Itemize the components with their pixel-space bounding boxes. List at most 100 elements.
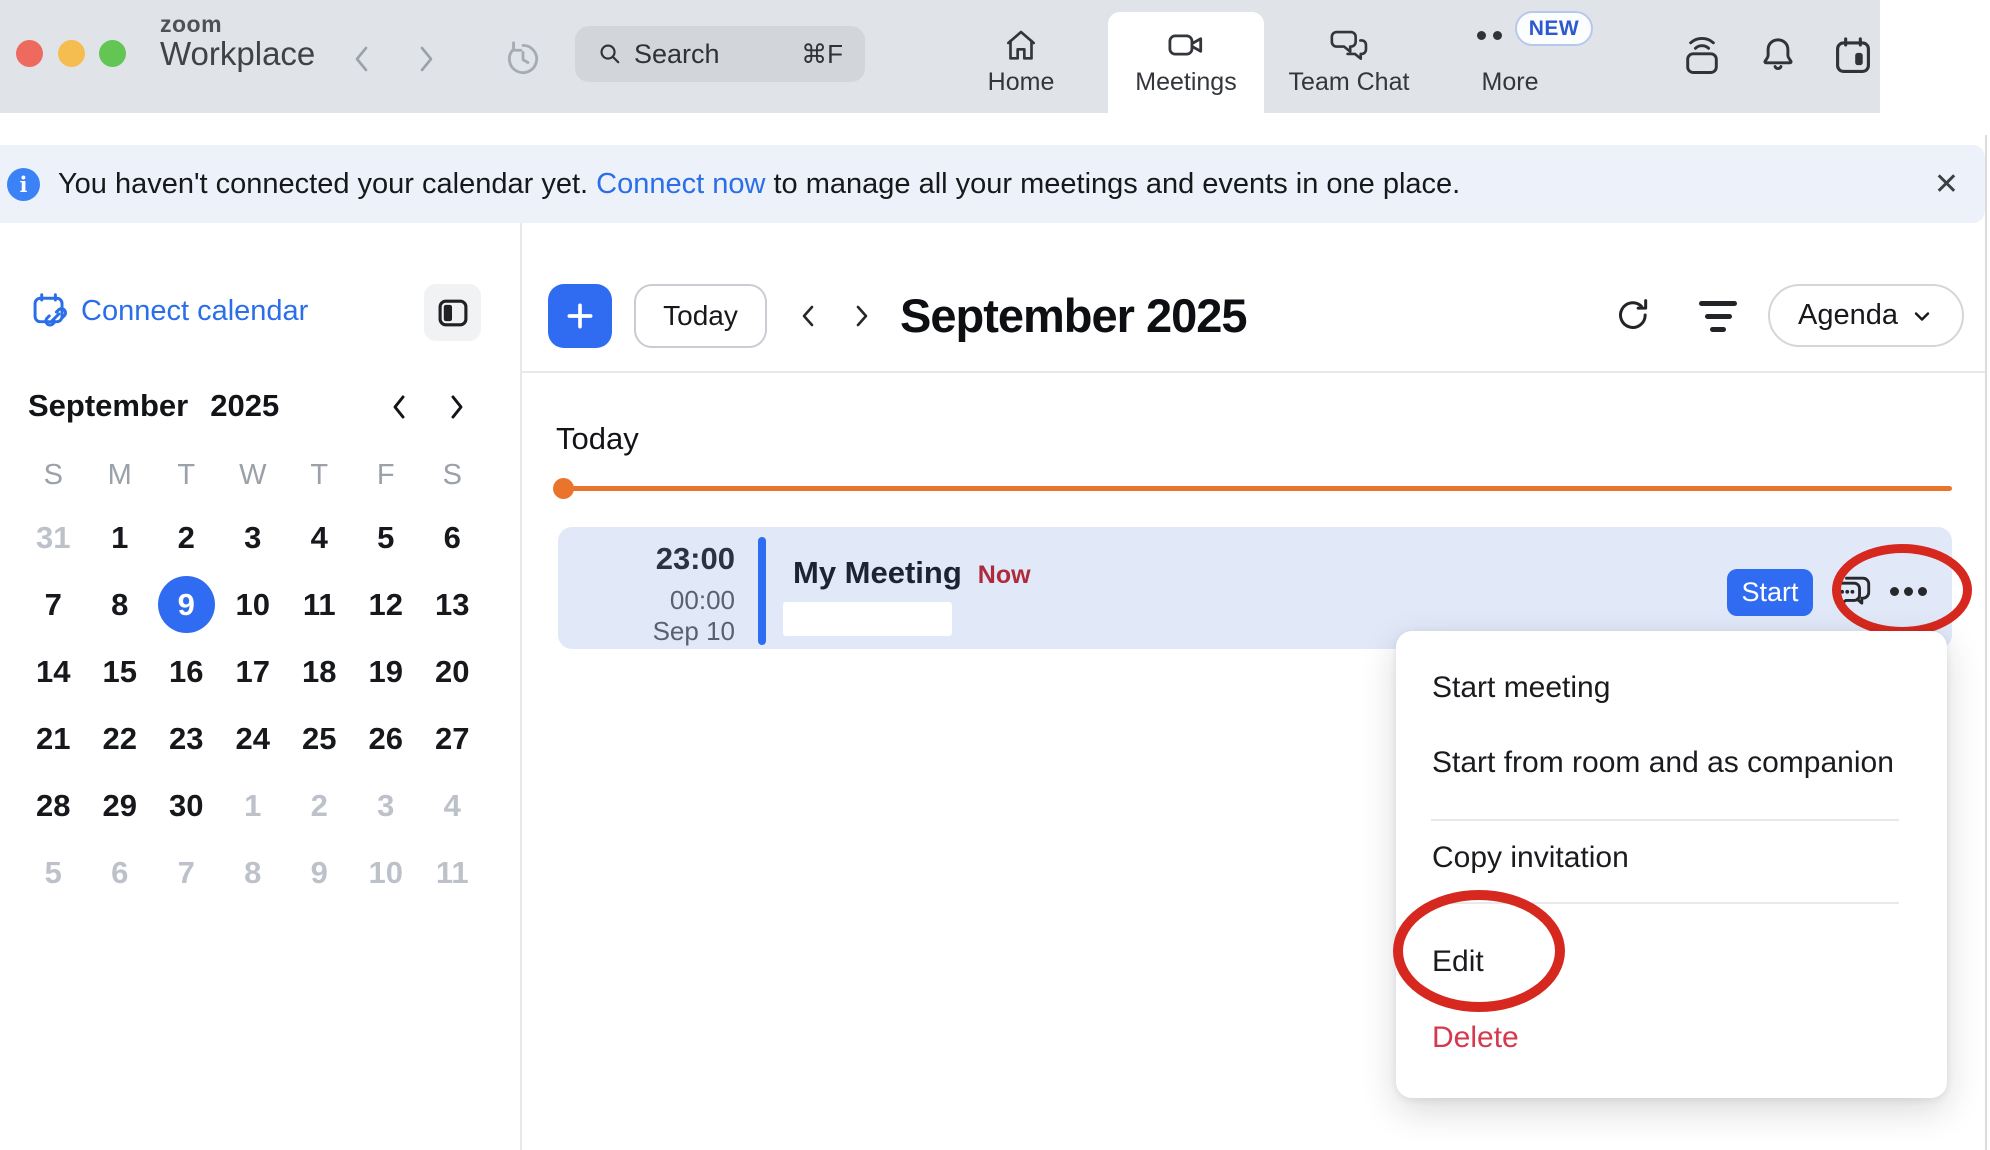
- app-logo: zoom Workplace: [160, 13, 315, 73]
- day-cell[interactable]: 6: [111, 855, 128, 891]
- day-cell[interactable]: 24: [236, 721, 270, 757]
- window-minimize-button[interactable]: [58, 40, 85, 67]
- day-cell[interactable]: 25: [302, 721, 336, 757]
- day-cell[interactable]: 1: [111, 520, 128, 556]
- mini-calendar-title: September 2025: [28, 388, 279, 424]
- day-cell[interactable]: 6: [444, 520, 461, 556]
- nav-back-icon[interactable]: [350, 40, 374, 78]
- rooms-icon[interactable]: [1680, 34, 1724, 78]
- day-cell[interactable]: 7: [178, 855, 195, 891]
- meeting-title: My Meeting: [793, 555, 962, 591]
- history-icon[interactable]: [502, 38, 544, 80]
- day-cell[interactable]: 27: [435, 721, 469, 757]
- menu-item-copy-invitation[interactable]: Copy invitation: [1432, 842, 1629, 874]
- day-cell[interactable]: 23: [169, 721, 203, 757]
- notifications-bell-icon[interactable]: [1756, 34, 1800, 78]
- mini-calendar-prev-icon[interactable]: [388, 391, 410, 423]
- nav-forward-icon[interactable]: [414, 40, 438, 78]
- mini-calendar-month: September: [28, 388, 188, 424]
- info-icon: i: [7, 168, 40, 201]
- day-cell[interactable]: 2: [311, 788, 328, 824]
- day-cell[interactable]: 30: [169, 788, 203, 824]
- menu-item-start-meeting[interactable]: Start meeting: [1432, 672, 1610, 704]
- day-cell[interactable]: 10: [236, 587, 270, 623]
- day-cell[interactable]: 18: [302, 654, 336, 690]
- window-zoom-button[interactable]: [99, 40, 126, 67]
- tab-home-label: Home: [988, 68, 1055, 97]
- mini-calendar-year: 2025: [210, 388, 279, 424]
- day-cell[interactable]: 4: [444, 788, 461, 824]
- app-logo-workplace: Workplace: [160, 36, 315, 73]
- day-cell[interactable]: 11: [303, 587, 336, 623]
- day-cell[interactable]: 14: [36, 654, 70, 690]
- app-logo-zoom: zoom: [160, 13, 315, 36]
- day-cell[interactable]: 26: [369, 721, 403, 757]
- day-cell[interactable]: 3: [244, 520, 261, 556]
- meeting-start-time: 23:00: [558, 541, 735, 577]
- view-selector-label: Agenda: [1798, 299, 1898, 332]
- day-cell[interactable]: 4: [311, 520, 328, 556]
- add-meeting-button[interactable]: [548, 284, 612, 348]
- day-cell[interactable]: 15: [103, 654, 137, 690]
- connect-now-link[interactable]: Connect now: [596, 168, 765, 200]
- day-cell[interactable]: 13: [435, 587, 469, 623]
- calendar-icon[interactable]: [1831, 34, 1875, 78]
- day-cell[interactable]: 1: [244, 788, 261, 824]
- day-cell[interactable]: 8: [111, 587, 128, 623]
- meetings-icon: [1165, 23, 1207, 67]
- now-badge: Now: [978, 561, 1031, 590]
- home-icon: [1001, 23, 1041, 67]
- day-cell[interactable]: 16: [169, 654, 203, 690]
- search-input[interactable]: Search ⌘F: [575, 26, 865, 82]
- page-title: September 2025: [900, 288, 1247, 343]
- day-cell[interactable]: 5: [45, 855, 62, 891]
- day-cell[interactable]: 29: [103, 788, 137, 824]
- day-cell[interactable]: 7: [45, 587, 62, 623]
- day-cell[interactable]: 21: [36, 721, 70, 757]
- day-cell[interactable]: 22: [103, 721, 137, 757]
- filter-icon[interactable]: [1699, 301, 1737, 332]
- day-cell[interactable]: 12: [369, 587, 403, 623]
- annotation-circle-more-options: [1832, 544, 1972, 636]
- calendar-prev-icon[interactable]: [798, 301, 818, 331]
- start-meeting-button[interactable]: Start: [1727, 569, 1813, 616]
- day-cell[interactable]: 10: [369, 855, 403, 891]
- calendar-next-icon[interactable]: [852, 301, 872, 331]
- menu-item-delete[interactable]: Delete: [1432, 1022, 1519, 1054]
- sidebar-panel-toggle-button[interactable]: [424, 284, 481, 341]
- connect-calendar-label: Connect calendar: [81, 295, 308, 328]
- day-header: T: [310, 459, 328, 492]
- today-button[interactable]: Today: [634, 284, 767, 348]
- banner-close-icon[interactable]: ✕: [1934, 167, 1959, 202]
- day-cell-selected[interactable]: 9: [158, 576, 215, 633]
- tab-home[interactable]: Home: [946, 12, 1096, 113]
- day-cell[interactable]: 9: [311, 855, 328, 891]
- day-cell[interactable]: 2: [178, 520, 195, 556]
- day-cell[interactable]: 8: [244, 855, 261, 891]
- header-divider: [521, 371, 1985, 373]
- connect-calendar-link[interactable]: Connect calendar: [30, 290, 308, 332]
- more-ellipsis-icon[interactable]: [1477, 31, 1502, 40]
- search-shortcut: ⌘F: [801, 39, 843, 70]
- day-header: F: [377, 459, 395, 492]
- day-cell[interactable]: 31: [36, 520, 70, 556]
- window-close-button[interactable]: [16, 40, 43, 67]
- banner-text: You haven't connected your calendar yet.…: [58, 168, 1460, 201]
- menu-item-start-from-room-and-as-companion[interactable]: Start from room and as companion: [1432, 747, 1894, 779]
- tab-meetings[interactable]: Meetings: [1108, 12, 1264, 113]
- context-menu: Start meeting Start from room and as comp…: [1396, 631, 1947, 1098]
- refresh-icon[interactable]: [1613, 295, 1653, 335]
- now-timeline: [556, 486, 1952, 491]
- mini-calendar-next-icon[interactable]: [446, 391, 468, 423]
- day-cell[interactable]: 20: [435, 654, 469, 690]
- day-cell[interactable]: 19: [369, 654, 403, 690]
- day-cell[interactable]: 5: [377, 520, 394, 556]
- tab-meetings-label: Meetings: [1135, 68, 1236, 97]
- day-cell[interactable]: 11: [436, 855, 469, 891]
- tab-team-chat[interactable]: Team Chat: [1274, 12, 1424, 113]
- day-cell[interactable]: 3: [377, 788, 394, 824]
- day-cell[interactable]: 28: [36, 788, 70, 824]
- sidebar-divider: [520, 223, 522, 1150]
- view-selector-button[interactable]: Agenda: [1768, 284, 1964, 347]
- day-cell[interactable]: 17: [236, 654, 270, 690]
